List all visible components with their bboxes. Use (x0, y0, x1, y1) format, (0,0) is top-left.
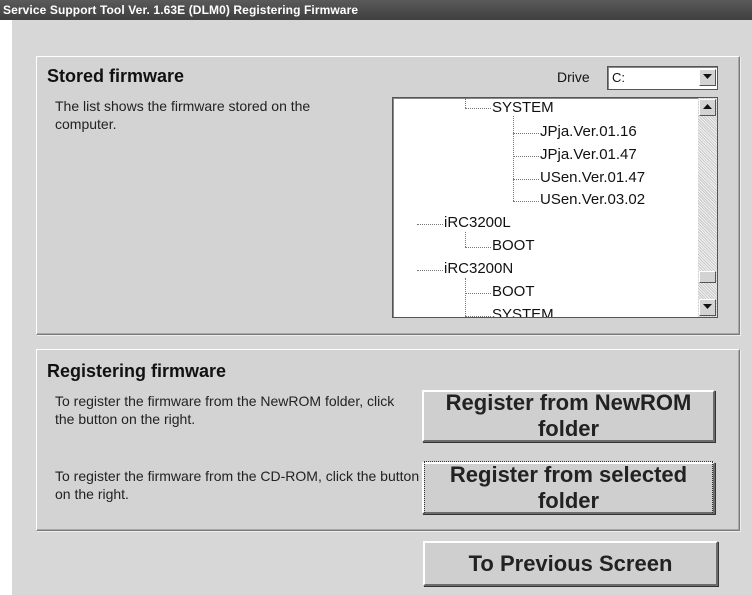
window-title: Service Support Tool Ver. 1.63E (DLM0) R… (0, 0, 752, 20)
stored-firmware-title: Stored firmware (47, 66, 185, 86)
stored-firmware-description: The list shows the firmware stored on th… (55, 98, 311, 132)
tree-item-usen-0302[interactable]: USen.Ver.03.02 (540, 191, 645, 208)
tree-scrollbar[interactable] (698, 98, 717, 317)
scroll-thumb[interactable] (699, 271, 716, 283)
firmware-tree-view[interactable]: SYSTEM JPja.Ver.01.16 JPja.Ver.01.47 USe… (392, 97, 718, 318)
tree-item-jpja-0116[interactable]: JPja.Ver.01.16 (540, 123, 637, 140)
firmware-tree-content: SYSTEM JPja.Ver.01.16 JPja.Ver.01.47 USe… (393, 98, 693, 317)
cdrom-description: To register the firmware from the CD-ROM… (55, 468, 420, 502)
scroll-down-icon[interactable] (699, 299, 716, 316)
register-from-newrom-label: Register from NewROM folder (445, 390, 692, 441)
register-from-selected-label: Register from selected folder (424, 461, 713, 515)
drive-select[interactable]: C: (607, 66, 718, 90)
window-left-edge (0, 20, 12, 595)
tree-item-boot[interactable]: BOOT (492, 237, 535, 254)
scroll-up-icon[interactable] (699, 99, 716, 116)
newrom-description: To register the firmware from the NewROM… (55, 393, 395, 427)
tree-item-system[interactable]: SYSTEM (492, 99, 554, 116)
to-previous-screen-label: To Previous Screen (468, 550, 673, 576)
drive-value: C: (612, 70, 625, 85)
dropdown-arrow-icon[interactable] (699, 69, 716, 86)
to-previous-screen-button[interactable]: To Previous Screen (423, 541, 718, 586)
stored-firmware-panel: Stored firmware The list shows the firmw… (36, 56, 740, 335)
registering-firmware-window: Service Support Tool Ver. 1.63E (DLM0) R… (0, 0, 752, 595)
register-from-selected-button[interactable]: Register from selected folder (422, 461, 715, 515)
register-from-newrom-button[interactable]: Register from NewROM folder (422, 390, 715, 442)
registering-firmware-title: Registering firmware (47, 361, 227, 381)
tree-item-irc3200n[interactable]: iRC3200N (444, 260, 513, 277)
tree-item-system[interactable]: SYSTEM (492, 306, 554, 317)
drive-label: Drive (557, 69, 590, 85)
tree-item-usen-0147[interactable]: USen.Ver.01.47 (540, 169, 645, 186)
registering-firmware-panel: Registering firmware To register the fir… (36, 349, 740, 531)
tree-item-jpja-0147[interactable]: JPja.Ver.01.47 (540, 146, 637, 163)
tree-item-irc3200l[interactable]: iRC3200L (444, 214, 511, 231)
tree-item-boot[interactable]: BOOT (492, 283, 535, 300)
